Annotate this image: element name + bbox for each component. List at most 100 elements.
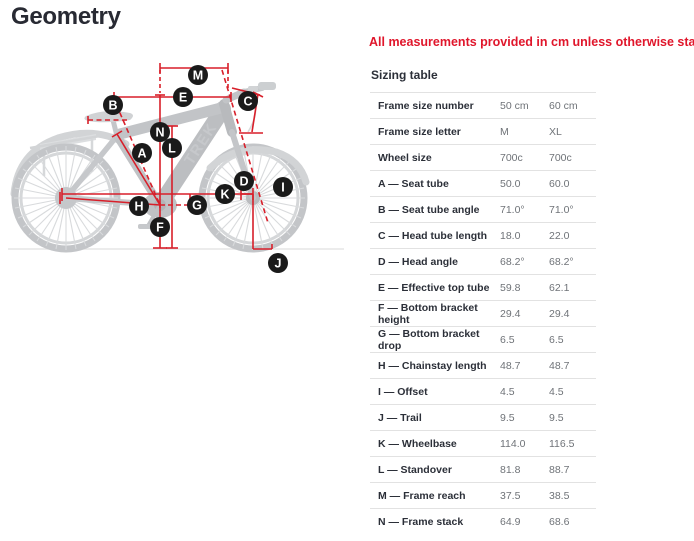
marker-label: L <box>168 142 176 156</box>
row-label: Frame size number <box>370 92 500 119</box>
row-label: M — Frame reach <box>370 482 500 509</box>
row-value-size-2: 38.5 <box>549 482 596 509</box>
table-row: L — Standover 81.8 88.7 <box>370 456 596 483</box>
row-label: G — Bottom bracket drop <box>370 326 500 353</box>
row-label: I — Offset <box>370 378 500 405</box>
row-value-size-2: 68.6 <box>549 508 596 535</box>
row-value-size-1: 48.7 <box>500 352 549 379</box>
diagram-marker-b: B <box>103 95 123 115</box>
diagram-marker-e: E <box>173 87 193 107</box>
row-label: L — Standover <box>370 456 500 483</box>
marker-label: D <box>239 175 248 189</box>
table-row: Frame size number 50 cm 60 cm <box>370 92 596 119</box>
table-row: I — Offset 4.5 4.5 <box>370 378 596 405</box>
table-row: J — Trail 9.5 9.5 <box>370 404 596 431</box>
table-row: Frame size letter M XL <box>370 118 596 145</box>
row-value-size-1: 6.5 <box>500 326 549 353</box>
row-value-size-1: 50.0 <box>500 170 549 197</box>
row-label: E — Effective top tube <box>370 274 500 301</box>
marker-label: M <box>193 69 203 83</box>
row-label: Wheel size <box>370 144 500 171</box>
diagram-marker-h: H <box>129 196 149 216</box>
table-row: B — Seat tube angle 71.0° 71.0° <box>370 196 596 223</box>
row-label: K — Wheelbase <box>370 430 500 457</box>
row-value-size-1: 64.9 <box>500 508 549 535</box>
row-label: A — Seat tube <box>370 170 500 197</box>
sizing-table-title: Sizing table <box>371 68 438 82</box>
row-label: D — Head angle <box>370 248 500 275</box>
table-row: E — Effective top tube 59.8 62.1 <box>370 274 596 301</box>
row-value-size-1: 71.0° <box>500 196 549 223</box>
row-value-size-1: 29.4 <box>500 300 549 327</box>
row-value-size-1: 68.2° <box>500 248 549 275</box>
row-value-size-2: 116.5 <box>549 430 596 457</box>
table-row: H — Chainstay length 48.7 48.7 <box>370 352 596 379</box>
marker-label: H <box>134 200 143 214</box>
page-title: Geometry <box>11 3 121 30</box>
geometry-page: Geometry TREK M B E C N A L D I K H G F … <box>0 0 694 541</box>
row-value-size-1: 9.5 <box>500 404 549 431</box>
row-value-size-1: 81.8 <box>500 456 549 483</box>
row-label: H — Chainstay length <box>370 352 500 379</box>
table-row: F — Bottom bracket height 29.4 29.4 <box>370 300 596 327</box>
sizing-table: Frame size number 50 cm 60 cm Frame size le… <box>370 92 596 535</box>
row-label: Frame size letter <box>370 118 500 145</box>
row-label: B — Seat tube angle <box>370 196 500 223</box>
marker-label: I <box>281 181 284 195</box>
table-row: D — Head angle 68.2° 68.2° <box>370 248 596 275</box>
row-value-size-2: 62.1 <box>549 274 596 301</box>
table-row: C — Head tube length 18.0 22.0 <box>370 222 596 249</box>
row-value-size-2: 6.5 <box>549 326 596 353</box>
diagram-marker-l: L <box>162 138 182 158</box>
row-value-size-1: 18.0 <box>500 222 549 249</box>
marker-label: A <box>137 147 146 161</box>
row-value-size-1: M <box>500 118 549 145</box>
row-value-size-2: 29.4 <box>549 300 596 327</box>
table-row: M — Frame reach 37.5 38.5 <box>370 482 596 509</box>
row-value-size-2: 22.0 <box>549 222 596 249</box>
row-value-size-2: 71.0° <box>549 196 596 223</box>
row-value-size-2: 48.7 <box>549 352 596 379</box>
row-value-size-2: 88.7 <box>549 456 596 483</box>
marker-label: G <box>192 199 202 213</box>
diagram-marker-n: N <box>150 122 170 142</box>
row-value-size-1: 37.5 <box>500 482 549 509</box>
table-row: N — Frame stack 64.9 68.6 <box>370 508 596 535</box>
diagram-marker-f: F <box>150 217 170 237</box>
marker-label: E <box>179 91 187 105</box>
geometry-diagram: TREK M B E C N A L D I K H G F J <box>0 48 352 283</box>
row-value-size-2: 9.5 <box>549 404 596 431</box>
row-value-size-2: 4.5 <box>549 378 596 405</box>
row-label: F — Bottom bracket height <box>370 300 500 327</box>
marker-label: C <box>243 95 252 109</box>
diagram-marker-c: C <box>238 91 258 111</box>
diagram-marker-i: I <box>273 177 293 197</box>
marker-label: J <box>275 257 282 271</box>
table-row: K — Wheelbase 114.0 116.5 <box>370 430 596 457</box>
table-row: Wheel size 700c 700c <box>370 144 596 171</box>
row-value-size-1: 700c <box>500 144 549 171</box>
row-value-size-1: 59.8 <box>500 274 549 301</box>
diagram-marker-g: G <box>187 195 207 215</box>
row-label: N — Frame stack <box>370 508 500 535</box>
measurement-note: All measurements provided in cm unless o… <box>369 35 694 49</box>
row-value-size-2: 700c <box>549 144 596 171</box>
diagram-marker-m: M <box>188 65 208 85</box>
row-value-size-1: 50 cm <box>500 92 549 119</box>
row-value-size-2: XL <box>549 118 596 145</box>
diagram-marker-k: K <box>215 184 235 204</box>
row-value-size-1: 4.5 <box>500 378 549 405</box>
diagram-marker-j: J <box>268 253 288 273</box>
row-value-size-2: 68.2° <box>549 248 596 275</box>
marker-label: N <box>155 126 164 140</box>
row-label: J — Trail <box>370 404 500 431</box>
marker-label: F <box>156 221 164 235</box>
diagram-marker-a: A <box>132 143 152 163</box>
row-value-size-2: 60.0 <box>549 170 596 197</box>
table-row: G — Bottom bracket drop 6.5 6.5 <box>370 326 596 353</box>
table-row: A — Seat tube 50.0 60.0 <box>370 170 596 197</box>
marker-label: B <box>108 99 117 113</box>
row-label: C — Head tube length <box>370 222 500 249</box>
sizing-table-panel: All measurements provided in cm unless o… <box>360 26 694 541</box>
row-value-size-2: 60 cm <box>549 92 596 119</box>
